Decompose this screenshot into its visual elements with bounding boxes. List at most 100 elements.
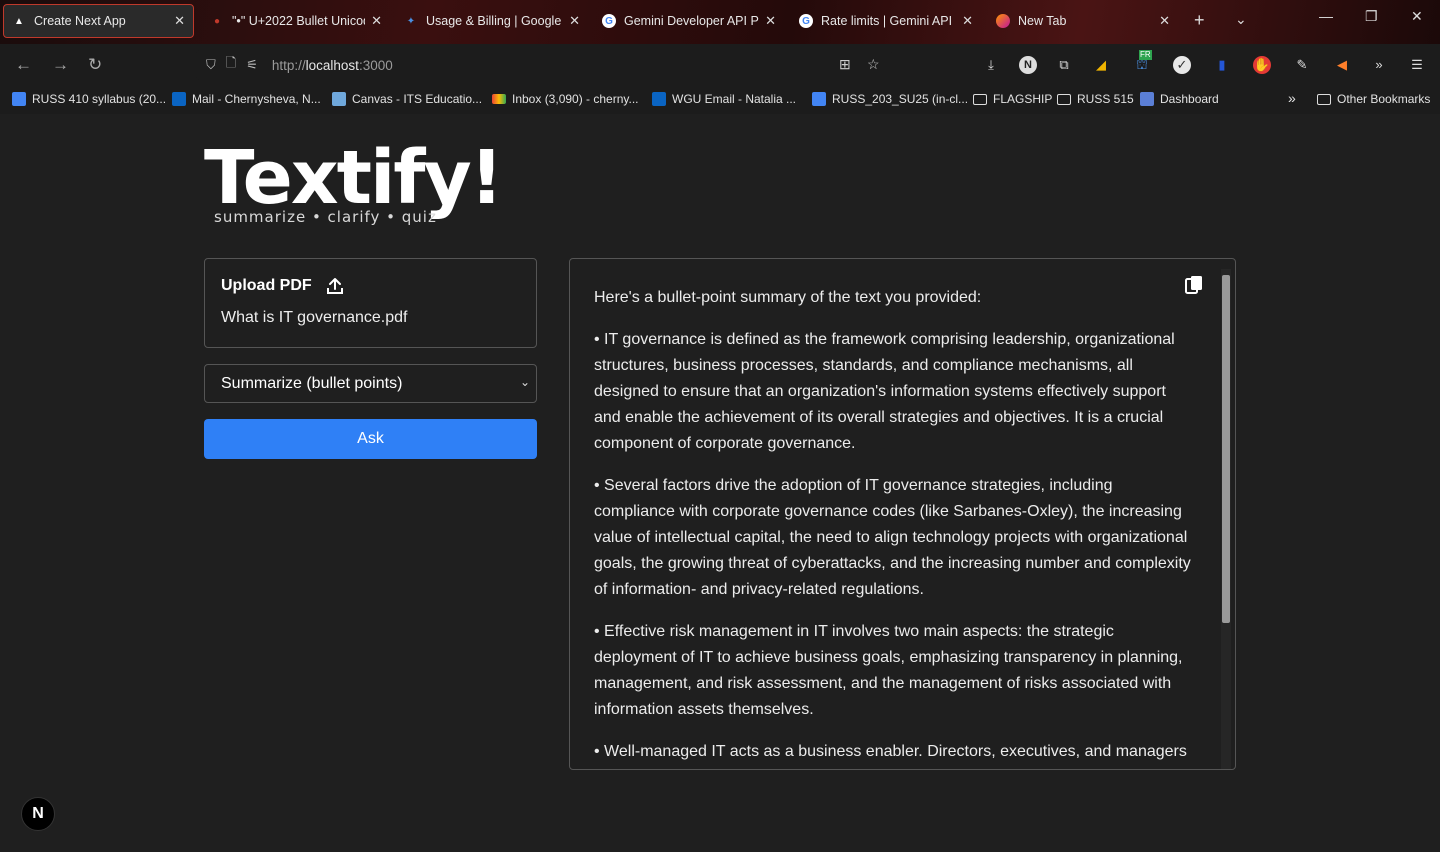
dot-icon: ● xyxy=(213,15,221,27)
tab-new-tab[interactable]: New Tab ✕ xyxy=(988,4,1178,38)
close-tab-icon[interactable]: ✕ xyxy=(569,13,580,29)
downloads-icon[interactable]: ⤓ xyxy=(982,56,1000,74)
upload-icon[interactable] xyxy=(326,277,344,295)
logo-tagline: summarize • clarify • quiz xyxy=(214,208,437,226)
bookmark-label: RUSS 410 syllabus (20... xyxy=(32,92,167,106)
output-paragraph: • IT governance is defined as the framew… xyxy=(594,331,1175,452)
google-icon: G xyxy=(799,14,813,28)
triangle-icon: ▲ xyxy=(14,15,24,27)
tab-gemini-pricing[interactable]: G Gemini Developer API Pri ✕ xyxy=(594,4,784,38)
doc-icon xyxy=(812,92,826,106)
translate-icon[interactable]: ⊞ xyxy=(839,56,851,73)
firefox-icon xyxy=(996,14,1010,28)
url-text[interactable]: http://localhost:3000 xyxy=(272,58,393,73)
folder-icon xyxy=(1317,93,1331,105)
textify-logo: Textify! summarize • clarify • quiz xyxy=(204,135,504,232)
bookmarks-overflow-icon[interactable]: » xyxy=(1288,90,1296,106)
app-page: Textify! summarize • clarify • quiz Uplo… xyxy=(0,114,1440,852)
google-icon: G xyxy=(602,14,616,28)
folder-icon xyxy=(973,93,987,105)
close-tab-icon[interactable]: ✕ xyxy=(1159,13,1170,29)
menu-icon[interactable]: ☰ xyxy=(1408,56,1426,74)
output-text: Here's a bullet-point summary of the tex… xyxy=(594,285,1194,769)
extension-pen-icon[interactable]: ✎ xyxy=(1293,56,1311,74)
extension-n-icon[interactable]: N xyxy=(1019,56,1037,74)
scrollbar-thumb[interactable] xyxy=(1222,275,1230,623)
bookmark-label: Canvas - ITS Educatio... xyxy=(352,92,483,106)
extension-clean-icon[interactable]: ◢ xyxy=(1092,56,1110,74)
bookmark-russ410[interactable]: RUSS 410 syllabus (20... xyxy=(12,92,166,106)
tab-rate-limits[interactable]: G Rate limits | Gemini API | ✕ xyxy=(791,4,981,38)
new-tab-plus-icon[interactable]: + xyxy=(1194,10,1205,31)
extension-shield-icon[interactable]: ✓ xyxy=(1173,56,1191,74)
mode-select-value: Summarize (bullet points) xyxy=(221,374,403,392)
output-paragraph: • Well-managed IT acts as a business ena… xyxy=(594,743,1187,760)
permissions-icon[interactable]: ⚟ xyxy=(246,57,258,73)
close-tab-icon[interactable]: ✕ xyxy=(962,13,973,29)
shield-icon[interactable]: ⛉ xyxy=(206,57,216,73)
extension-megaphone-icon[interactable]: ◀ xyxy=(1333,56,1351,74)
bookmark-label: Other Bookmarks xyxy=(1337,92,1431,106)
tab-list-chevron-icon[interactable]: ⌄ xyxy=(1235,11,1247,28)
tab-usage-billing[interactable]: ✦ Usage & Billing | Google A ✕ xyxy=(396,4,588,38)
tab-title: Create Next App xyxy=(34,14,126,28)
bookmark-label: FLAGSHIP xyxy=(993,92,1053,106)
output-paragraph: • Effective risk management in IT involv… xyxy=(594,623,1183,718)
bookmarks-bar: RUSS 410 syllabus (20... Mail - Chernysh… xyxy=(0,86,1440,114)
logo-title: Textify! xyxy=(204,135,504,221)
canvas-icon xyxy=(332,92,346,106)
bookmark-russ515[interactable]: RUSS 515 xyxy=(1057,92,1134,106)
bookmark-label: RUSS 515 xyxy=(1077,92,1134,106)
upload-header: Upload PDF xyxy=(221,277,520,295)
output-paragraph: Here's a bullet-point summary of the tex… xyxy=(594,289,982,306)
other-bookmarks[interactable]: Other Bookmarks xyxy=(1317,92,1430,106)
restore-icon[interactable]: ❐ xyxy=(1365,8,1378,25)
bookmark-wgu-email[interactable]: WGU Email - Natalia ... xyxy=(652,92,796,106)
bookmark-star-icon[interactable]: ☆ xyxy=(867,56,880,73)
butterfly-icon: ✦ xyxy=(406,15,416,27)
bookmark-label: Inbox (3,090) - cherny... xyxy=(512,92,639,106)
minimize-icon[interactable]: — xyxy=(1319,8,1333,24)
bookmark-mail[interactable]: Mail - Chernysheva, N... xyxy=(172,92,321,106)
bookmark-flagship[interactable]: FLAGSHIP xyxy=(973,92,1052,106)
url-port: :3000 xyxy=(358,57,393,73)
extension-bookmark-icon[interactable]: ▮ xyxy=(1213,56,1231,74)
bookmark-label: WGU Email - Natalia ... xyxy=(672,92,797,106)
tab-title: "•" U+2022 Bullet Unicode xyxy=(232,14,366,28)
navigation-toolbar: ← → ↻ ⛉ 🗋 ⚟ http://localhost:3000 ⊞ ☆ ⤓ … xyxy=(0,44,1440,86)
upload-pdf-card[interactable]: Upload PDF What is IT governance.pdf xyxy=(204,258,537,348)
more-extensions-icon[interactable]: » xyxy=(1370,56,1388,74)
close-window-icon[interactable]: ✕ xyxy=(1411,8,1423,25)
url-host: localhost xyxy=(305,57,359,73)
close-tab-icon[interactable]: ✕ xyxy=(765,13,776,29)
close-tab-icon[interactable]: ✕ xyxy=(371,13,382,29)
extension-stop-icon[interactable]: ✋ xyxy=(1253,56,1271,74)
extension-translate-icon[interactable]: ⛫ FR xyxy=(1133,50,1152,74)
bookmark-label: Dashboard xyxy=(1160,92,1219,106)
forward-arrow-icon[interactable]: → xyxy=(52,55,69,75)
bookmark-russ203[interactable]: RUSS_203_SU25 (in-cl... xyxy=(812,92,968,106)
ask-button[interactable]: Ask xyxy=(204,419,537,459)
close-tab-icon[interactable]: ✕ xyxy=(174,13,185,29)
folder-icon xyxy=(1057,93,1071,105)
address-bar[interactable]: ⛉ 🗋 ⚟ http://localhost:3000 ⊞ ☆ xyxy=(196,50,892,80)
output-panel[interactable]: Here's a bullet-point summary of the tex… xyxy=(569,258,1236,770)
chevron-down-icon: ⌄ xyxy=(519,375,530,389)
page-icon: 🗋 xyxy=(225,55,237,70)
tab-title: Rate limits | Gemini API | xyxy=(821,14,957,28)
bookmark-inbox[interactable]: Inbox (3,090) - cherny... xyxy=(492,92,639,106)
bookmark-label: Mail - Chernysheva, N... xyxy=(192,92,321,106)
bookmark-canvas[interactable]: Canvas - ITS Educatio... xyxy=(332,92,482,106)
back-arrow-icon[interactable]: ← xyxy=(15,55,32,75)
copy-icon[interactable] xyxy=(1185,275,1203,295)
tab-bullet-unicode[interactable]: ● "•" U+2022 Bullet Unicode ✕ xyxy=(202,4,390,38)
extensions-puzzle-icon[interactable]: ⧉ xyxy=(1055,56,1073,74)
bookmark-label: RUSS_203_SU25 (in-cl... xyxy=(832,92,969,106)
reload-icon[interactable]: ↻ xyxy=(88,55,102,75)
tab-create-next-app[interactable]: ▲ Create Next App ✕ xyxy=(3,4,194,38)
tab-strip: ▲ Create Next App ✕ ● "•" U+2022 Bullet … xyxy=(0,0,1440,44)
output-paragraph: • Several factors drive the adoption of … xyxy=(594,477,1191,598)
nextjs-dev-badge[interactable]: N xyxy=(21,797,55,831)
bookmark-dashboard[interactable]: Dashboard xyxy=(1140,92,1219,106)
mode-select[interactable]: Summarize (bullet points) ⌄ xyxy=(204,364,537,403)
